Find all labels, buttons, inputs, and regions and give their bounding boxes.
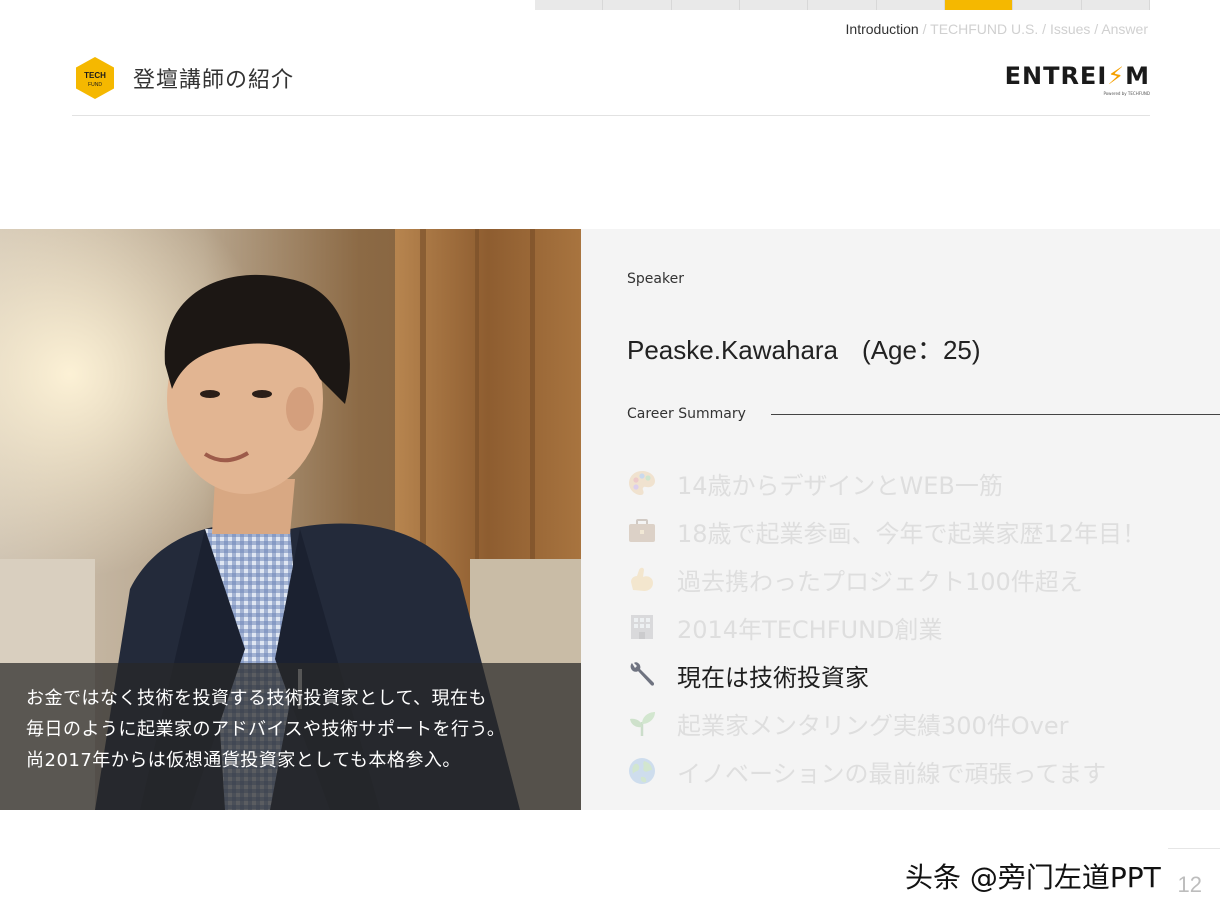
- career-item: 2014年TECHFUND創業: [627, 603, 1146, 651]
- logo-text-top: TECH: [84, 71, 106, 80]
- brand-text-right: M: [1125, 62, 1150, 90]
- career-item-text: 18歳で起業参画、今年で起業家歴12年目！: [677, 519, 1147, 548]
- progress-segment[interactable]: [808, 0, 877, 10]
- speaker-age: (Age：25): [862, 335, 981, 365]
- career-item-text: 過去携わったプロジェクト100件超え: [677, 567, 1083, 596]
- career-summary-divider: [771, 414, 1220, 415]
- progress-segment[interactable]: [739, 0, 809, 10]
- progress-segment[interactable]: [603, 0, 672, 10]
- speaker-photo: お金ではなく技術を投資する技術投資家として、現在も 毎日のように起業家のアドバイ…: [0, 229, 581, 810]
- speaker-name-line: Peaske.Kawahara (Age：25): [627, 330, 981, 367]
- progress-segment[interactable]: [671, 0, 740, 10]
- career-summary-label: Career Summary: [627, 406, 746, 422]
- career-item-text: 14歳からデザインとWEB一筋: [677, 471, 1003, 500]
- brand-subtitle: Powered by TECHFUND: [1103, 91, 1150, 96]
- career-item-text: イノベーションの最前線で頑張ってます: [677, 759, 1107, 788]
- section-progress-bar: [535, 0, 1150, 10]
- breadcrumb-item-answer[interactable]: Answer: [1101, 21, 1148, 37]
- palette-icon: [629, 471, 655, 495]
- career-item-current: 現在は技術投資家: [627, 651, 1146, 699]
- slide: Introduction / TECHFUND U.S. / Issues / …: [0, 0, 1220, 916]
- breadcrumb-separator: /: [918, 21, 931, 37]
- entreism-brand-logo: ENTREI⚡M Powered by TECHFUND: [1004, 62, 1150, 96]
- breadcrumb-separator: /: [1038, 21, 1050, 37]
- career-item-text: 現在は技術投資家: [677, 663, 869, 692]
- lightning-bolt-icon: ⚡: [1107, 62, 1126, 90]
- progress-segment[interactable]: [876, 0, 945, 10]
- wrench-icon: [630, 662, 654, 686]
- photo-caption-overlay: お金ではなく技術を投資する技術投資家として、現在も 毎日のように起業家のアドバイ…: [0, 663, 581, 810]
- page-title: 登壇講師の紹介: [133, 68, 295, 93]
- career-item-text: 起業家メンタリング実績300件Over: [677, 711, 1069, 740]
- career-item-text: 2014年TECHFUND創業: [677, 615, 943, 644]
- career-item: イノベーションの最前線で頑張ってます: [627, 747, 1146, 795]
- speaker-name: Peaske.Kawahara: [627, 335, 839, 365]
- page-number-divider: [1168, 848, 1220, 849]
- seedling-icon: [630, 712, 655, 736]
- career-summary-list: 14歳からデザインとWEB一筋 18歳で起業参画、今年で起業家歴12年目！ 過去…: [627, 459, 1146, 795]
- breadcrumb-separator: /: [1090, 21, 1102, 37]
- flexed-biceps-icon: [631, 567, 653, 591]
- speaker-info-panel: Speaker Peaske.Kawahara (Age：25) Career S…: [581, 229, 1220, 810]
- brand-text-left: ENTREI: [1004, 62, 1108, 90]
- progress-segment[interactable]: [1081, 0, 1150, 10]
- career-item: 起業家メンタリング実績300件Over: [627, 699, 1146, 747]
- progress-segment[interactable]: [535, 0, 604, 10]
- breadcrumb-item-techfund-us[interactable]: TECHFUND U.S.: [930, 21, 1038, 37]
- header-divider: [72, 115, 1150, 116]
- career-item: 過去携わったプロジェクト100件超え: [627, 555, 1146, 603]
- logo-text-bottom: FUND: [88, 82, 102, 88]
- watermark: 头条 @旁门左道PPT: [905, 861, 1161, 894]
- speaker-label: Speaker: [627, 271, 684, 287]
- career-item: 14歳からデザインとWEB一筋: [627, 459, 1146, 507]
- caption-line: お金ではなく技術を投資する技術投資家として、現在も: [26, 688, 488, 709]
- progress-segment[interactable]: [1013, 0, 1082, 10]
- techfund-logo-icon: TECH FUND: [76, 57, 114, 99]
- page-number: 12: [1177, 872, 1202, 897]
- breadcrumb-current[interactable]: Introduction: [846, 21, 919, 37]
- globe-icon: [629, 758, 655, 784]
- office-building-icon: [631, 615, 653, 639]
- progress-segment-active[interactable]: [944, 0, 1014, 10]
- photo-caption: お金ではなく技術を投資する技術投資家として、現在も 毎日のように起業家のアドバイ…: [26, 683, 576, 776]
- caption-line: 尚2017年からは仮想通貨投資家としても本格参入。: [26, 750, 461, 771]
- caption-line: 毎日のように起業家のアドバイスや技術サポートを行う。: [26, 719, 506, 740]
- briefcase-icon: [629, 519, 655, 542]
- breadcrumb-item-issues[interactable]: Issues: [1050, 21, 1090, 37]
- career-item: 18歳で起業参画、今年で起業家歴12年目！: [627, 507, 1146, 555]
- breadcrumb: Introduction / TECHFUND U.S. / Issues / …: [846, 21, 1148, 37]
